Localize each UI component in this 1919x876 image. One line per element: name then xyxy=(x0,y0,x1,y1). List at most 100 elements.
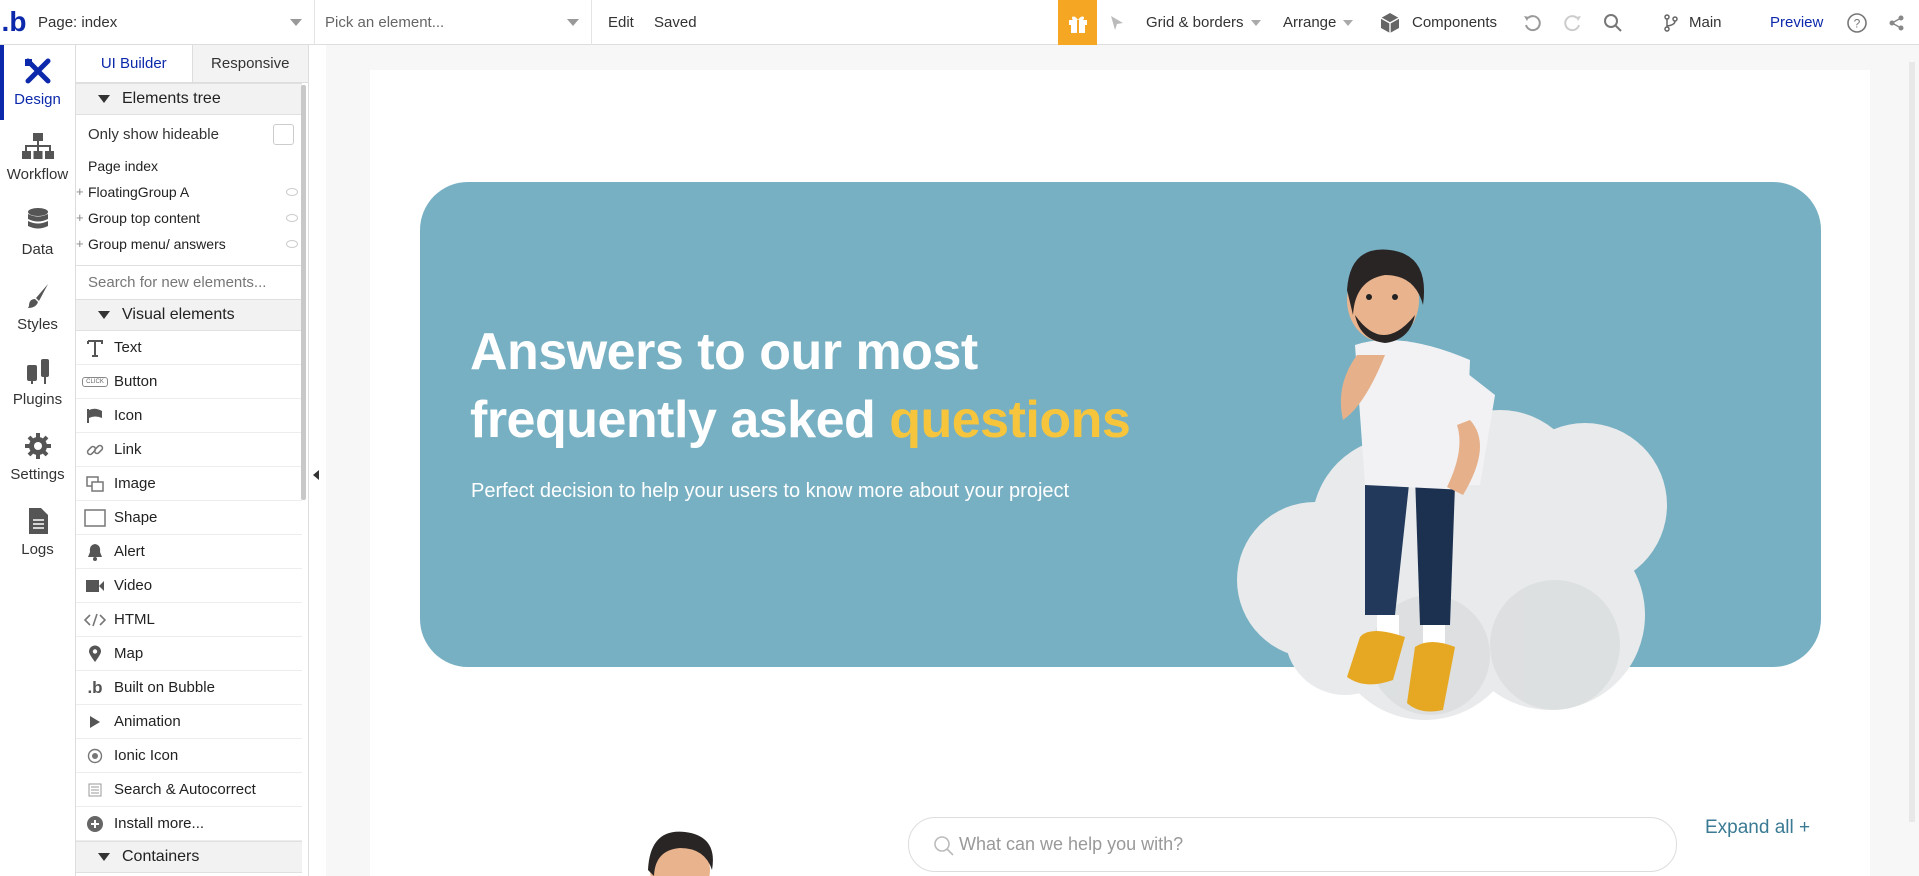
branch-selector[interactable]: Main xyxy=(1663,0,1722,45)
components-button[interactable]: Components xyxy=(1378,0,1497,45)
nav-data[interactable]: Data xyxy=(0,195,75,270)
gear-icon xyxy=(24,433,51,459)
element-image[interactable]: Image xyxy=(76,467,302,501)
hero-subtitle[interactable]: Perfect decision to help your users to k… xyxy=(471,480,1069,503)
nav-settings[interactable]: Settings xyxy=(0,420,75,495)
visual-elements-title: Visual elements xyxy=(122,306,235,323)
element-link[interactable]: Link xyxy=(76,433,302,467)
design-tools-icon xyxy=(24,58,50,84)
hero-title-accent: questions xyxy=(889,391,1131,449)
canvas-scrollbar[interactable] xyxy=(1909,62,1915,822)
grid-borders-label: Grid & borders xyxy=(1146,14,1244,31)
element-search-autocorrect[interactable]: Search & Autocorrect xyxy=(76,773,302,807)
plus-circle-icon xyxy=(76,815,114,833)
expand-plus-icon[interactable]: + xyxy=(76,210,84,225)
text-icon xyxy=(76,339,114,357)
edit-button[interactable]: Edit xyxy=(608,0,634,45)
page-selector-label: Page: index xyxy=(38,13,118,31)
preview-button[interactable]: Preview xyxy=(1770,0,1823,45)
visual-elements-header[interactable]: Visual elements xyxy=(76,299,302,331)
element-shape[interactable]: Shape xyxy=(76,501,302,535)
cursor-select-icon[interactable] xyxy=(1108,0,1126,45)
tree-item-page[interactable]: Page index xyxy=(76,153,302,179)
tab-ui-builder[interactable]: UI Builder xyxy=(76,45,193,82)
element-label: Alert xyxy=(114,543,145,560)
nav-design[interactable]: Design xyxy=(0,45,75,120)
element-alert[interactable]: Alert xyxy=(76,535,302,569)
branch-icon xyxy=(1664,13,1678,32)
nav-data-label: Data xyxy=(21,241,54,258)
hero-title-line2: frequently asked questions xyxy=(470,386,1230,454)
collapse-triangle-icon xyxy=(98,853,110,861)
cube-icon xyxy=(1380,12,1400,33)
eye-icon[interactable] xyxy=(286,188,298,196)
containers-header[interactable]: Containers xyxy=(76,841,302,873)
arrange-label: Arrange xyxy=(1283,14,1337,31)
element-label: Built on Bubble xyxy=(114,679,215,696)
element-html[interactable]: HTML xyxy=(76,603,302,637)
nav-styles[interactable]: Styles xyxy=(0,270,75,345)
hero-title-line1: Answers to our most xyxy=(470,323,978,381)
collapse-triangle-icon xyxy=(98,95,110,103)
element-ionic-icon[interactable]: Ionic Icon xyxy=(76,739,302,773)
nav-styles-label: Styles xyxy=(17,316,58,333)
nav-plugins-label: Plugins xyxy=(12,391,63,408)
element-picker[interactable]: Pick an element... xyxy=(315,0,592,45)
eye-icon[interactable] xyxy=(286,240,298,248)
nav-design-label: Design xyxy=(14,91,61,108)
arrange-menu[interactable]: Arrange xyxy=(1283,0,1354,45)
bubble-icon: .b xyxy=(87,677,103,697)
tree-item[interactable]: + Group menu/ answers xyxy=(76,231,302,257)
nav-plugins[interactable]: Plugins xyxy=(0,345,75,420)
faq-search-input[interactable]: What can we help you with? xyxy=(908,817,1677,872)
page-selector[interactable]: Page: index xyxy=(28,0,315,45)
builder-panel: UI Builder Responsive Elements tree Only… xyxy=(76,45,309,876)
elements-tree-title: Elements tree xyxy=(122,90,221,107)
element-button[interactable]: CLICK Button xyxy=(76,365,302,399)
element-label: Link xyxy=(114,441,142,458)
element-label: Ionic Icon xyxy=(114,747,179,764)
element-install-more[interactable]: Install more... xyxy=(76,807,302,841)
redo-icon[interactable] xyxy=(1563,0,1583,45)
paintbrush-icon xyxy=(27,284,48,308)
nav-logs-label: Logs xyxy=(21,541,54,558)
element-animation[interactable]: Animation xyxy=(76,705,302,739)
element-video[interactable]: Video xyxy=(76,569,302,603)
undo-icon[interactable] xyxy=(1522,0,1542,45)
bubble-logo-icon[interactable]: .b xyxy=(0,0,28,45)
panel-scrollbar[interactable] xyxy=(301,85,306,500)
elements-tree-header[interactable]: Elements tree xyxy=(76,83,302,115)
element-map[interactable]: Map xyxy=(76,637,302,671)
only-hideable-label: Only show hideable xyxy=(88,125,219,143)
tab-responsive[interactable]: Responsive xyxy=(193,45,309,82)
tree-item[interactable]: + FloatingGroup A xyxy=(76,179,302,205)
document-icon xyxy=(28,508,48,534)
expand-all-link[interactable]: Expand all + xyxy=(1705,817,1810,839)
man-on-cloud-illustration[interactable] xyxy=(1225,245,1705,725)
element-built-on-bubble[interactable]: .b Built on Bubble xyxy=(76,671,302,705)
gift-icon[interactable] xyxy=(1058,0,1097,45)
flag-icon xyxy=(76,408,114,424)
collapse-panel-icon[interactable] xyxy=(313,470,319,480)
hero-title[interactable]: Answers to our most frequently asked que… xyxy=(470,318,1230,454)
nav-logs[interactable]: Logs xyxy=(0,495,75,570)
expand-plus-icon[interactable]: + xyxy=(76,184,84,199)
element-icon[interactable]: Icon xyxy=(76,399,302,433)
share-icon[interactable] xyxy=(1886,0,1906,45)
only-hideable-checkbox[interactable] xyxy=(273,124,294,145)
element-label: Animation xyxy=(114,713,181,730)
panel-tabs: UI Builder Responsive xyxy=(76,45,308,83)
map-pin-icon xyxy=(76,645,114,663)
shape-icon xyxy=(76,508,114,527)
element-text[interactable]: Text xyxy=(76,331,302,365)
help-icon[interactable]: ? xyxy=(1846,0,1868,45)
search-icon[interactable] xyxy=(1603,0,1623,45)
eye-icon[interactable] xyxy=(286,214,298,222)
tree-item-label: FloatingGroup A xyxy=(88,184,190,200)
grid-borders-menu[interactable]: Grid & borders xyxy=(1146,0,1261,45)
element-search-input[interactable]: Search for new elements... xyxy=(76,265,302,299)
tree-item[interactable]: + Group top content xyxy=(76,205,302,231)
nav-workflow[interactable]: Workflow xyxy=(0,120,75,195)
expand-plus-icon[interactable]: + xyxy=(76,236,84,251)
button-icon: CLICK xyxy=(76,376,114,387)
